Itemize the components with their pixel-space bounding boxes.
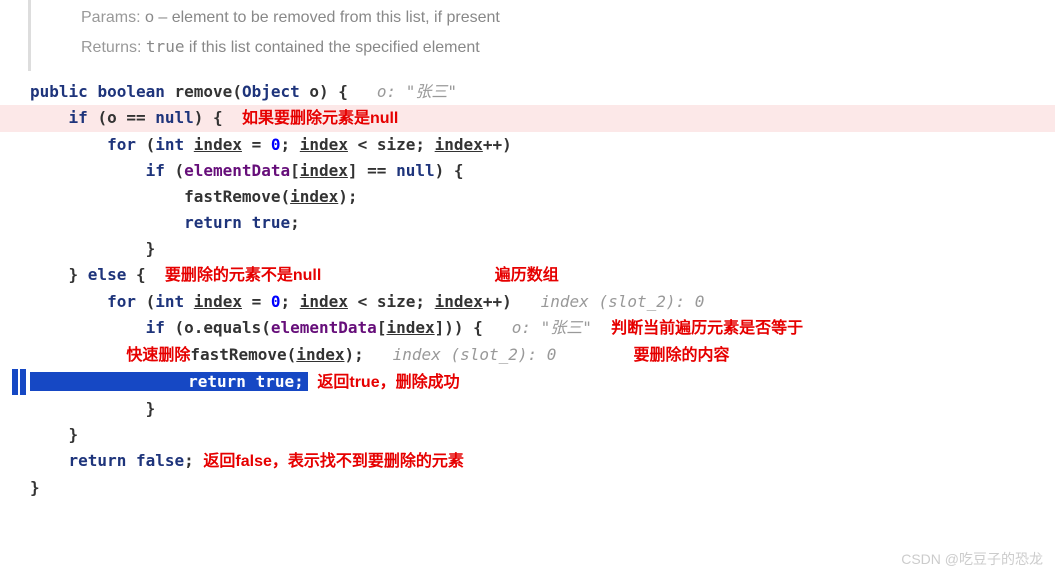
debug-hint-2: o: "张三" [512, 318, 592, 337]
code-line-13: } [0, 396, 1055, 422]
code-line-12-execution: return true; 返回true，删除成功 [0, 369, 1055, 396]
params-line: Params: o – element to be removed from t… [81, 4, 1055, 33]
code-line-2: if (o == null) { 如果要删除元素是null [0, 105, 1055, 132]
annotation-6: 要删除的内容 [633, 347, 729, 364]
params-label: Params: [81, 9, 141, 26]
annotation-7: 返回true，删除成功 [317, 374, 459, 391]
code-line-5: fastRemove(index); [0, 184, 1055, 210]
code-line-3: for (int index = 0; index < size; index+… [0, 132, 1055, 158]
javadoc-section: Params: o – element to be removed from t… [28, 0, 1055, 71]
returns-code: true [146, 37, 185, 56]
code-line-4: if (elementData[index] == null) { [0, 158, 1055, 184]
code-line-11: 快速删除fastRemove(index); index (slot_2): 0… [0, 342, 1055, 369]
code-editor[interactable]: public boolean remove(Object o) { o: "张三… [0, 79, 1055, 501]
param-hint: o: "张三" [377, 82, 457, 101]
returns-label: Returns: [81, 39, 141, 56]
annotation-3: 遍历数组 [495, 267, 559, 284]
debug-hint-3: index (slot_2): 0 [393, 345, 557, 364]
code-line-1: public boolean remove(Object o) { o: "张三… [0, 79, 1055, 105]
code-line-8: } else { 要删除的元素不是null 遍历数组 [0, 262, 1055, 289]
annotation-2: 要删除的元素不是null [165, 267, 321, 284]
watermark: CSDN @吃豆子的恐龙 [901, 549, 1043, 569]
returns-line: Returns: true if this list contained the… [81, 33, 1055, 63]
code-line-15: return false; 返回false，表示找不到要删除的元素 [0, 448, 1055, 475]
annotation-4: 判断当前遍历元素是否等于 [611, 320, 803, 337]
returns-text: if this list contained the specified ele… [184, 39, 479, 56]
code-line-10: if (o.equals(elementData[index])) { o: "… [0, 315, 1055, 342]
params-text: o – element to be removed from this list… [145, 9, 500, 26]
code-line-7: } [0, 236, 1055, 262]
code-line-9: for (int index = 0; index < size; index+… [0, 289, 1055, 315]
annotation-8: 返回false，表示找不到要删除的元素 [203, 453, 463, 470]
annotation-1: 如果要删除元素是null [242, 110, 398, 127]
code-line-14: } [0, 422, 1055, 448]
code-line-16: } [0, 475, 1055, 501]
debug-hint-1: index (slot_2): 0 [541, 292, 705, 311]
annotation-5: 快速删除 [126, 347, 190, 364]
code-line-6: return true; [0, 210, 1055, 236]
